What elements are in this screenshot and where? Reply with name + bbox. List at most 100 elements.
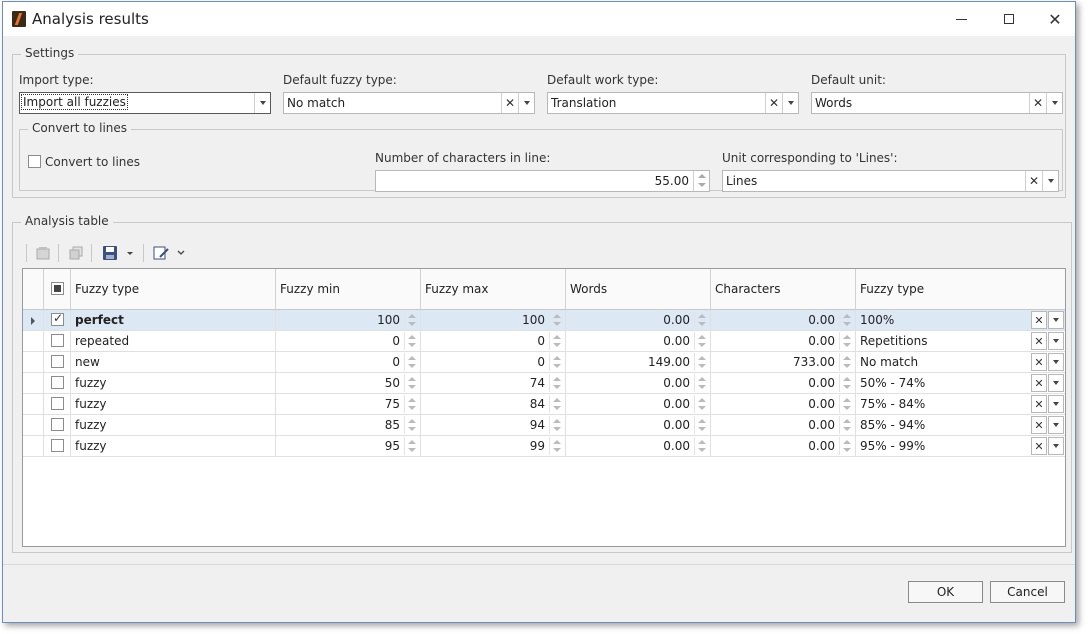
cell-words[interactable]: 0.00	[566, 415, 711, 436]
clear-icon[interactable]: ✕	[1031, 353, 1047, 371]
cell-min[interactable]: 75	[276, 394, 421, 415]
cell-stepper[interactable]	[404, 332, 419, 350]
cell-fuzzy-type[interactable]: fuzzy	[71, 373, 276, 394]
cell-stepper[interactable]	[839, 311, 854, 329]
cell-chars[interactable]: 0.00	[711, 310, 856, 331]
unit-lines-select[interactable]: Lines ✕	[722, 170, 1059, 192]
default-unit-dropdown[interactable]	[1046, 93, 1062, 113]
default-work-type-select[interactable]: Translation ✕	[547, 92, 799, 114]
cell-type[interactable]: 75% - 84% ✕	[856, 394, 1065, 415]
cell-max[interactable]: 94	[421, 415, 566, 436]
cell-stepper[interactable]	[549, 332, 564, 350]
row-checkbox[interactable]	[51, 334, 64, 347]
cell-dropdown[interactable]	[1048, 374, 1064, 392]
header-fuzzy-min[interactable]: Fuzzy min	[276, 269, 421, 310]
unit-lines-dropdown[interactable]	[1042, 171, 1058, 191]
row-checkbox[interactable]	[51, 355, 64, 368]
cell-type[interactable]: 50% - 74% ✕	[856, 373, 1065, 394]
cell-fuzzy-type[interactable]: fuzzy	[71, 394, 276, 415]
row-checkbox[interactable]	[51, 418, 64, 431]
clear-icon[interactable]: ✕	[1031, 395, 1047, 413]
table-row[interactable]: fuzzy 85 94 0.00 0.00 85% - 94% ✕	[23, 415, 1065, 436]
cell-min[interactable]: 95	[276, 436, 421, 457]
cell-stepper[interactable]	[694, 416, 709, 434]
table-row[interactable]: perfect 100 100 0.00 0.00 100% ✕	[23, 310, 1065, 331]
cell-stepper[interactable]	[694, 395, 709, 413]
cell-type[interactable]: 85% - 94% ✕	[856, 415, 1065, 436]
header-fuzzy-type[interactable]: Fuzzy type	[71, 269, 276, 310]
cell-stepper[interactable]	[839, 353, 854, 371]
table-row[interactable]: fuzzy 95 99 0.00 0.00 95% - 99% ✕	[23, 436, 1065, 457]
cell-stepper[interactable]	[839, 437, 854, 455]
cell-type[interactable]: 100% ✕	[856, 310, 1065, 331]
cell-stepper[interactable]	[694, 437, 709, 455]
cell-dropdown[interactable]	[1048, 311, 1064, 329]
cell-stepper[interactable]	[549, 437, 564, 455]
import-type-select[interactable]: Import all fuzzies	[19, 92, 271, 114]
clear-icon[interactable]: ✕	[1031, 437, 1047, 455]
clear-icon[interactable]: ✕	[1031, 416, 1047, 434]
cell-stepper[interactable]	[404, 374, 419, 392]
header-fuzzy-type-value[interactable]: Fuzzy type	[856, 269, 1065, 310]
minimize-button[interactable]	[938, 2, 984, 36]
cell-stepper[interactable]	[694, 332, 709, 350]
cell-chars[interactable]: 0.00	[711, 394, 856, 415]
clear-icon[interactable]: ✕	[1025, 171, 1042, 191]
stepper-arrows[interactable]	[693, 171, 709, 191]
clear-icon[interactable]: ✕	[765, 93, 782, 113]
header-characters[interactable]: Characters	[711, 269, 856, 310]
cell-fuzzy-type[interactable]: repeated	[71, 331, 276, 352]
clear-icon[interactable]: ✕	[1031, 374, 1047, 392]
row-checkbox[interactable]	[51, 439, 64, 452]
chars-in-line-stepper[interactable]: 55.00	[375, 170, 710, 192]
header-words[interactable]: Words	[566, 269, 711, 310]
cell-words[interactable]: 0.00	[566, 436, 711, 457]
cell-stepper[interactable]	[839, 374, 854, 392]
close-button[interactable]: ✕	[1032, 2, 1078, 36]
cell-max[interactable]: 0	[421, 331, 566, 352]
import-type-dropdown[interactable]	[254, 93, 270, 113]
cell-words[interactable]: 149.00	[566, 352, 711, 373]
cell-stepper[interactable]	[549, 395, 564, 413]
cell-max[interactable]: 0	[421, 352, 566, 373]
cell-stepper[interactable]	[549, 353, 564, 371]
edit-icon[interactable]	[152, 244, 170, 262]
cell-fuzzy-type[interactable]: fuzzy	[71, 436, 276, 457]
cell-stepper[interactable]	[694, 353, 709, 371]
default-unit-select[interactable]: Words ✕	[811, 92, 1063, 114]
save-icon[interactable]	[101, 244, 119, 262]
cell-stepper[interactable]	[404, 311, 419, 329]
save-dropdown-icon[interactable]	[125, 244, 135, 262]
cell-dropdown[interactable]	[1048, 353, 1064, 371]
cell-dropdown[interactable]	[1048, 416, 1064, 434]
default-work-type-dropdown[interactable]	[782, 93, 798, 113]
row-checkbox[interactable]	[51, 397, 64, 410]
cell-type[interactable]: No match ✕	[856, 352, 1065, 373]
cell-type[interactable]: 95% - 99% ✕	[856, 436, 1065, 457]
analysis-grid[interactable]: Fuzzy type Fuzzy min Fuzzy max Words Cha…	[22, 268, 1066, 547]
cell-words[interactable]: 0.00	[566, 394, 711, 415]
cell-words[interactable]: 0.00	[566, 373, 711, 394]
clear-icon[interactable]: ✕	[1031, 311, 1047, 329]
cell-stepper[interactable]	[404, 437, 419, 455]
cell-fuzzy-type[interactable]: fuzzy	[71, 415, 276, 436]
table-row[interactable]: new 0 0 149.00 733.00 No match ✕	[23, 352, 1065, 373]
cell-min[interactable]: 0	[276, 331, 421, 352]
cell-stepper[interactable]	[549, 311, 564, 329]
cell-stepper[interactable]	[404, 395, 419, 413]
edit-dropdown-icon[interactable]	[176, 244, 186, 262]
cell-fuzzy-type[interactable]: perfect	[71, 310, 276, 331]
maximize-button[interactable]	[986, 2, 1032, 36]
cell-max[interactable]: 74	[421, 373, 566, 394]
table-row[interactable]: repeated 0 0 0.00 0.00 Repetitions ✕	[23, 331, 1065, 352]
table-row[interactable]: fuzzy 75 84 0.00 0.00 75% - 84% ✕	[23, 394, 1065, 415]
table-row[interactable]: fuzzy 50 74 0.00 0.00 50% - 74% ✕	[23, 373, 1065, 394]
cell-chars[interactable]: 0.00	[711, 331, 856, 352]
clear-icon[interactable]: ✕	[1031, 332, 1047, 350]
default-fuzzy-type-dropdown[interactable]	[518, 93, 534, 113]
cell-stepper[interactable]	[694, 311, 709, 329]
cell-chars[interactable]: 733.00	[711, 352, 856, 373]
cell-chars[interactable]: 0.00	[711, 373, 856, 394]
cell-min[interactable]: 0	[276, 352, 421, 373]
cell-chars[interactable]: 0.00	[711, 415, 856, 436]
